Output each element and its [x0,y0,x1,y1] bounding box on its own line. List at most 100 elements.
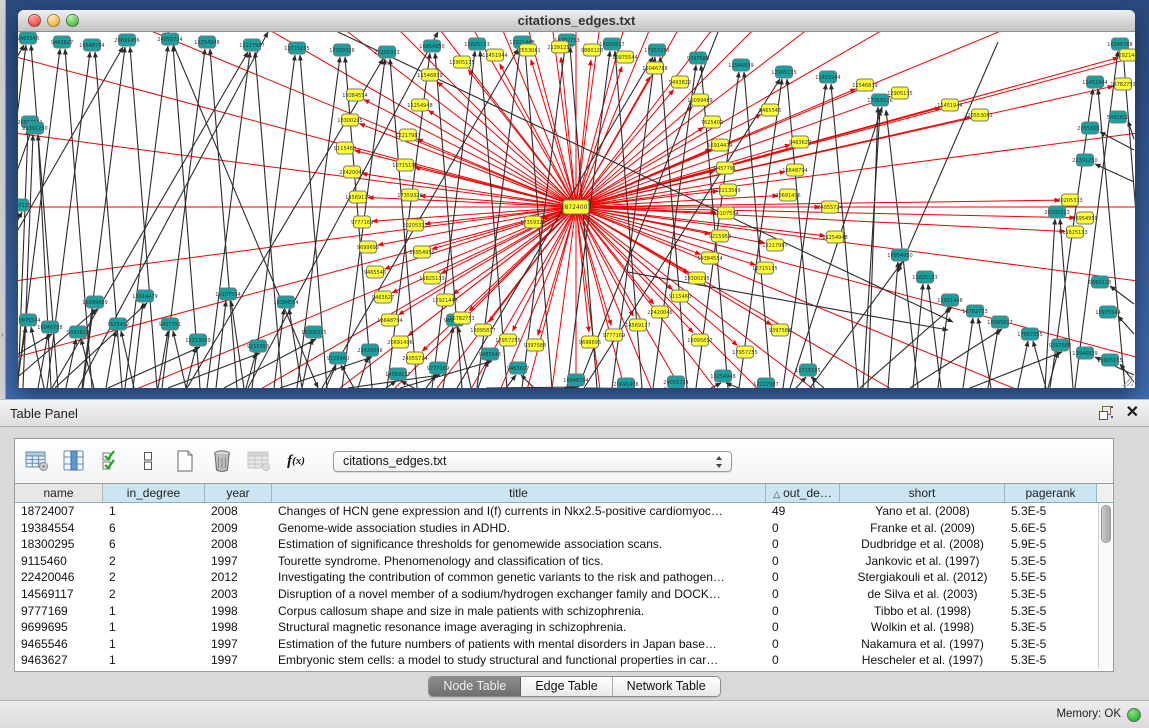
cell-in_degree[interactable]: 6 [103,536,205,553]
cell-pagerank[interactable]: 5.3E-5 [1005,636,1097,653]
graph-node[interactable]: 9699695 [357,241,379,253]
table-row[interactable]: 1456911722003Disruption of a novel membe… [15,586,1113,603]
graph-node[interactable]: 9465546 [18,32,39,44]
graph-node[interactable]: 21391250 [1072,154,1097,166]
cell-short[interactable]: Tibbo et al. (1998) [840,603,1005,620]
citation-edge-black[interactable] [130,47,157,388]
rename-column-icon[interactable] [134,447,162,475]
citation-edge-black[interactable] [1018,341,1028,388]
graph-node[interactable]: 16095817 [470,324,495,336]
cell-year[interactable]: 2008 [205,503,272,520]
graph-node[interactable]: 9463627 [51,36,73,48]
citation-edge-red[interactable] [576,207,938,388]
cell-short[interactable]: Nakamura et al. (1997) [840,636,1005,653]
citation-edge-black[interactable] [1110,286,1134,304]
citation-edge-red[interactable] [576,207,737,345]
graph-node[interactable]: 17957255 [644,44,669,56]
delete-column-icon[interactable] [208,447,236,475]
cell-name[interactable]: 9115460 [15,553,103,570]
cell-out_de[interactable]: 0 [766,636,840,653]
citation-edge-black[interactable] [31,327,44,388]
citation-edge-black[interactable] [978,318,991,388]
citation-edge-black[interactable] [860,307,952,388]
graph-node[interactable]: 22420046 [357,344,382,356]
graph-node[interactable]: 11546839 [728,59,753,71]
graph-node[interactable]: 11825133 [464,38,489,50]
cell-short[interactable]: Franke et al. (2009) [840,520,1005,537]
cell-pagerank[interactable]: 5.3E-5 [1005,553,1097,570]
cell-in_degree[interactable]: 1 [103,619,205,636]
graph-node[interactable]: 20553061 [1077,122,1102,134]
graph-node[interactable]: 16648794 [782,164,807,176]
graph-node[interactable]: 9397588 [1049,339,1071,351]
cell-year[interactable]: 1998 [205,619,272,636]
cell-name[interactable]: 9777169 [15,603,103,620]
cell-in_degree[interactable]: 1 [103,603,205,620]
cell-year[interactable]: 1997 [205,553,272,570]
graph-node[interactable]: 19384554 [697,252,722,264]
column-header-in_degree[interactable]: in_degree [103,484,205,502]
graph-node[interactable]: 18300295 [337,114,362,126]
cell-in_degree[interactable]: 2 [103,569,205,586]
cell-pagerank[interactable]: 5.3E-5 [1005,619,1097,636]
graph-node[interactable]: 16046788 [37,321,62,333]
column-header-year[interactable]: year [205,484,272,502]
graph-node[interactable]: 12905135 [449,56,474,68]
citation-edge-black[interactable] [1095,164,1134,182]
cell-title[interactable]: Tourette syndrome. Phenomenology and cla… [272,553,766,570]
graph-node[interactable]: 9860128 [581,44,603,56]
citation-edge-black[interactable] [326,365,336,388]
graph-node[interactable]: 11451944 [1082,76,1107,88]
graph-node[interactable]: 9777169 [427,362,449,374]
citation-edge-black[interactable] [790,107,882,388]
citation-edge-black[interactable] [660,57,687,388]
graph-node[interactable]: 9463627 [372,291,394,303]
cell-pagerank[interactable]: 5.3E-5 [1005,652,1097,669]
graph-node[interactable]: 12921448 [937,294,962,306]
citation-edge-black[interactable] [863,110,880,388]
citation-edge-black[interactable] [443,327,453,388]
graph-node[interactable]: 5493822 [669,76,691,88]
cell-short[interactable]: Hescheler et al. (1997) [840,652,1005,669]
cell-short[interactable]: Stergiakouli et al. (2012) [840,569,1005,586]
cell-in_degree[interactable]: 6 [103,520,205,537]
graph-node[interactable]: 12217987 [239,39,264,51]
graph-node[interactable]: 16046788 [642,62,667,74]
cell-year[interactable]: 2003 [205,586,272,603]
graph-node[interactable]: 22420046 [647,306,672,318]
citation-edge-red[interactable] [576,32,1112,207]
graph-node[interactable]: 11254948 [407,99,432,111]
cell-pagerank[interactable]: 5.3E-5 [1005,586,1097,603]
graph-node[interactable]: 20205313 [1044,206,1069,218]
graph-node[interactable]: 12905135 [1097,354,1122,366]
graph-node[interactable]: 20691406 [114,34,139,46]
graph-node[interactable]: 9115460 [334,142,356,154]
graph-node[interactable]: 11546839 [1072,347,1097,359]
function-builder-icon[interactable]: f(x) [282,447,310,475]
column-header-pagerank[interactable]: pagerank [1005,484,1097,502]
graph-node[interactable]: 17957255 [495,334,520,346]
cell-year[interactable]: 1997 [205,636,272,653]
citation-edge-black[interactable] [1033,341,1046,388]
citation-edge-black[interactable] [898,42,998,272]
graph-node[interactable]: 10715195 [795,364,820,376]
citation-edge-black[interactable] [66,339,76,388]
graph-node[interactable]: 20691406 [387,336,412,348]
graph-node[interactable]: 5493822 [67,326,89,338]
graph-node[interactable]: 12217987 [762,239,787,251]
citation-edge-black[interactable] [868,107,878,388]
citation-edge-black[interactable] [252,55,295,388]
graph-node[interactable]: 9457791 [714,162,736,174]
network-graph[interactable]: 9465546 9463627 16648794 20691406 24055724 11… [18,32,1135,388]
cell-pagerank[interactable]: 5.6E-5 [1005,520,1097,537]
graph-node[interactable]: 9215953 [709,230,731,242]
cell-year[interactable]: 1997 [205,652,272,669]
tab-edge-table[interactable]: Edge Table [521,677,612,696]
graph-node[interactable]: 24055724 [402,352,427,364]
citation-edge-black[interactable] [787,79,814,388]
graph-node[interactable]: 9465546 [759,104,781,116]
graph-node[interactable]: 9457791 [159,318,181,330]
graph-node[interactable]: 16954950 [409,246,434,258]
citation-edge-black[interactable] [207,52,250,388]
cell-name[interactable]: 9463627 [15,652,103,669]
